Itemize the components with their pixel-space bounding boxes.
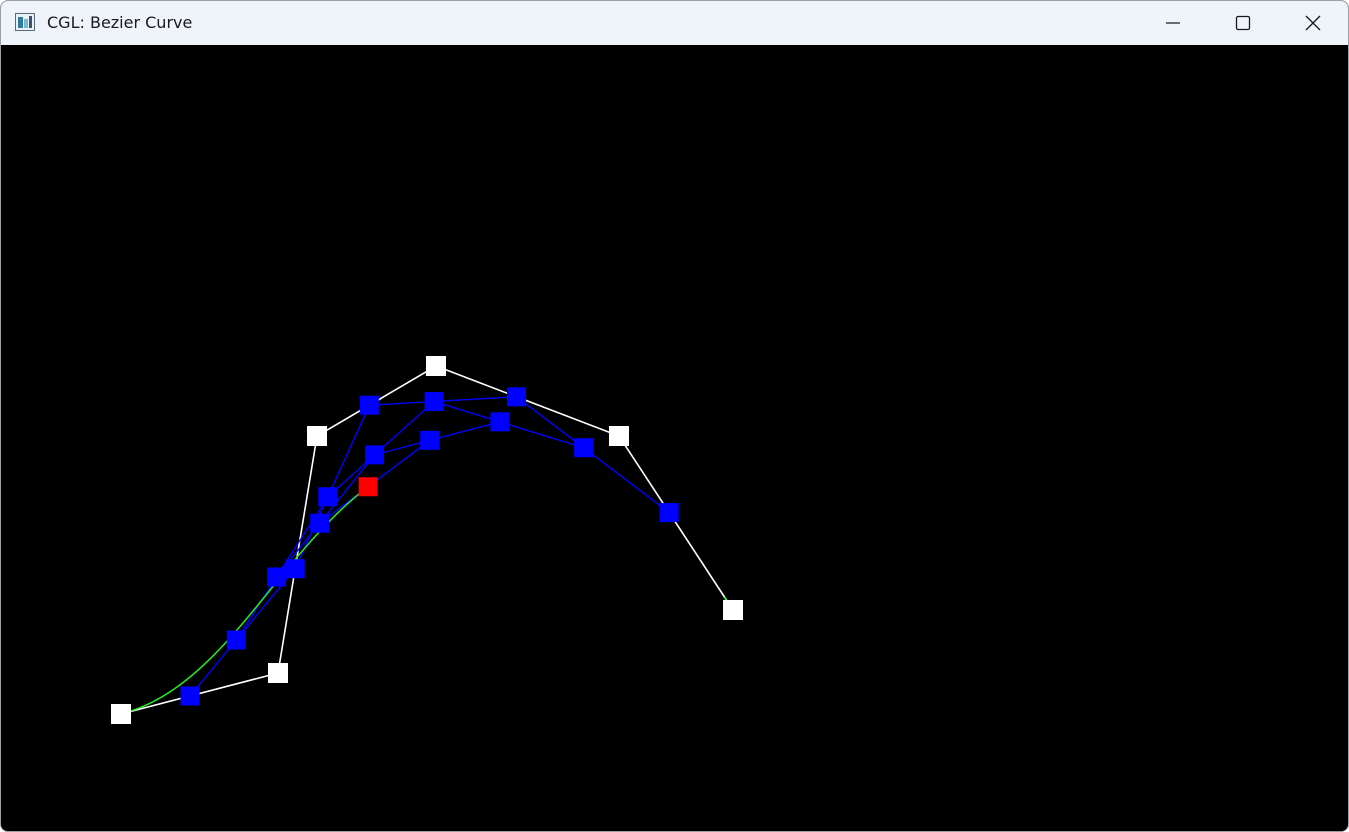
- window-controls: [1138, 1, 1348, 45]
- control-point-4: [609, 426, 629, 446]
- construction-point-4-1: [420, 430, 440, 450]
- control-point-0: [111, 704, 131, 724]
- construction-point-1-1: [285, 559, 305, 579]
- control-point-2: [307, 426, 327, 446]
- control-point-1: [268, 663, 288, 683]
- construction-point-2-1: [318, 487, 338, 507]
- close-icon: [1305, 15, 1321, 31]
- minimize-icon: [1166, 22, 1180, 24]
- drawing-canvas[interactable]: [1, 45, 1348, 831]
- construction-point-2-2: [424, 392, 444, 412]
- control-point-3: [426, 356, 446, 376]
- maximize-button[interactable]: [1208, 1, 1278, 45]
- title-bar[interactable]: CGL: Bezier Curve: [1, 1, 1348, 45]
- minimize-button[interactable]: [1138, 1, 1208, 45]
- construction-point-1-2: [359, 395, 379, 415]
- control-polygon: [120, 365, 734, 715]
- app-window-icon: [15, 13, 35, 31]
- construction-point-3-0: [267, 567, 287, 587]
- bezier-curve: [120, 486, 369, 715]
- maximize-icon: [1235, 15, 1251, 31]
- construction-line-level-2: [235, 400, 584, 641]
- window-title: CGL: Bezier Curve: [47, 13, 193, 32]
- construction-point-1-4: [659, 503, 679, 523]
- construction-point-3-2: [490, 412, 510, 432]
- construction-point-3-1: [365, 445, 385, 465]
- construction-point-2-3: [574, 438, 594, 458]
- construction-point-2-0: [226, 630, 246, 650]
- construction-point-4-0: [310, 513, 330, 533]
- close-button[interactable]: [1278, 1, 1348, 45]
- construction-point-1-3: [507, 387, 527, 407]
- current-curve-point: [358, 477, 378, 497]
- construction-point-1-0: [180, 686, 200, 706]
- app-window: CGL: Bezier Curve: [0, 0, 1349, 832]
- control-point-5: [723, 600, 743, 620]
